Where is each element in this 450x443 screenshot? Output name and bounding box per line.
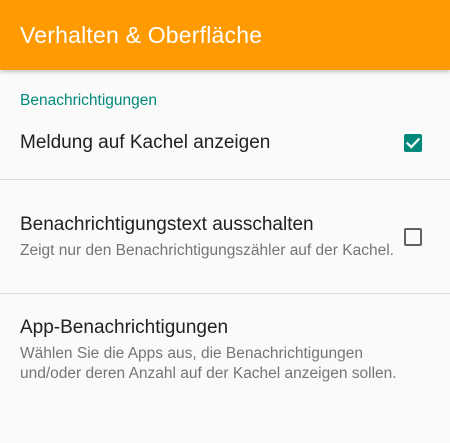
checkmark-icon	[405, 137, 421, 149]
pref-disable-notification-text[interactable]: Benachrichtigungstext ausschalten Zeigt …	[0, 180, 450, 293]
pref-title: Benachrichtigungstext ausschalten	[20, 213, 314, 235]
pref-title: Meldung auf Kachel anzeigen	[20, 131, 271, 153]
toolbar: Verhalten & Oberfläche	[0, 0, 450, 70]
pref-text: Meldung auf Kachel anzeigen	[20, 131, 404, 155]
pref-text: App-Benachrichtigungen Wählen Sie die Ap…	[20, 316, 422, 384]
pref-text: Benachrichtigungstext ausschalten Zeigt …	[20, 213, 404, 261]
checkbox-checked-icon[interactable]	[404, 133, 422, 152]
pref-title: App-Benachrichtigungen	[20, 317, 229, 338]
section-header-notifications: Benachrichtigungen	[20, 92, 158, 109]
pref-summary: Wählen Sie die Apps aus, die Benachricht…	[20, 345, 397, 382]
pref-show-notification-on-tile[interactable]: Meldung auf Kachel anzeigen	[0, 106, 450, 179]
settings-screen: Verhalten & Oberfläche Benachrichtigunge…	[0, 0, 450, 443]
toolbar-title: Verhalten & Oberfläche	[20, 21, 263, 48]
checkbox-unchecked-icon[interactable]	[404, 227, 422, 246]
pref-summary: Zeigt nur den Benachrichtigungszähler au…	[20, 241, 394, 259]
pref-app-notifications[interactable]: App-Benachrichtigungen Wählen Sie die Ap…	[0, 294, 450, 402]
